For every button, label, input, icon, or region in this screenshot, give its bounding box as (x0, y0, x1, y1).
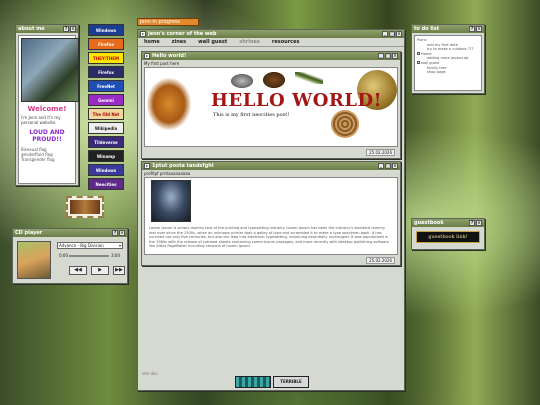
stamp-image (66, 196, 104, 218)
forward-button[interactable]: ▶▶ (113, 266, 125, 275)
guestbook-link[interactable]: guestbook link! (416, 231, 480, 243)
post2-date: 25.02.2026 (366, 257, 395, 264)
profile-picture (21, 38, 79, 102)
maximize-icon[interactable]: □ (389, 31, 395, 37)
button-neocities[interactable]: Neocities (88, 178, 124, 190)
feather-image (295, 72, 323, 84)
post1-titlebar[interactable]: ▸ Hello world! _ □ × (142, 52, 400, 60)
nav-home[interactable]: home (144, 39, 160, 45)
minimize-icon[interactable]: _ (378, 163, 384, 169)
time-start: 0:00 (59, 253, 68, 258)
about-titlebar[interactable]: about me ? × (16, 25, 78, 33)
about-text: I'm Jenn and it's my personal website. (21, 115, 61, 125)
chevron-down-icon: ▾ (118, 243, 121, 248)
bottom-button-1[interactable] (235, 376, 271, 388)
close-icon[interactable]: × (392, 163, 398, 169)
guestbook-title: guestbook (414, 220, 444, 226)
post-hello-world: ▸ Hello world! _ □ × My first post here HE… (141, 51, 401, 159)
button-freenet[interactable]: FreeNet (88, 80, 124, 92)
time-end: 3:00 (111, 253, 120, 258)
minimize-icon[interactable]: _ (382, 31, 388, 37)
close-icon[interactable]: × (119, 230, 125, 236)
tiger-image (147, 78, 191, 130)
post2-title: 1ptut posta tandsfghl (152, 163, 214, 169)
todo-window: to do list ? × Plans add my first date tr… (411, 24, 485, 94)
button-tildeverse[interactable]: Tildeverse (88, 136, 124, 148)
post2-image (151, 180, 191, 222)
checkbox[interactable] (417, 51, 420, 55)
window-icon: ▸ (140, 31, 146, 37)
post1-headline: HELLO WORLD! (211, 90, 383, 111)
close-icon[interactable]: × (392, 53, 398, 59)
guestbook-titlebar[interactable]: guestbook ? × (412, 219, 484, 227)
help-icon[interactable]: ? (63, 26, 69, 32)
flag-transgender: Transgender flag (21, 157, 55, 162)
button-gemini[interactable]: Gemini (88, 94, 124, 106)
button-winamp[interactable]: Winamp (88, 150, 124, 162)
cd-title: CD player (15, 230, 43, 236)
seek-slider[interactable] (69, 255, 109, 257)
close-icon[interactable]: × (476, 220, 482, 226)
taskbar-label: jenn in progress (140, 19, 181, 25)
rock-image (231, 74, 253, 88)
button-they-them[interactable]: THEY/THEM (88, 52, 124, 64)
taskbar-tab[interactable]: jenn in progress (137, 18, 199, 26)
help-icon[interactable]: ? (469, 26, 475, 32)
todo-titlebar[interactable]: to do list ? × (412, 25, 484, 33)
post2-subtitle: profitpf prntaaaaaaaaa (144, 171, 191, 176)
main-titlebar[interactable]: ▸ jenn's corner of the web _ □ × (138, 30, 404, 38)
todo-item[interactable]: shop page (417, 70, 479, 75)
maximize-icon[interactable]: □ (385, 53, 391, 59)
help-icon[interactable]: ? (469, 220, 475, 226)
button-wikipedia[interactable]: Wikipedia (88, 122, 124, 134)
button-old-net[interactable]: The Old Net (88, 108, 124, 120)
track-name: Advance - Big Division (59, 243, 104, 248)
bottom-button-terrible[interactable]: TERRIBLE (273, 376, 309, 388)
track-select[interactable]: Advance - Big Division ▾ (57, 242, 123, 249)
main-footer-text: site doc (142, 371, 158, 376)
welcome-heading: Welcome! (27, 105, 67, 113)
album-art (17, 241, 51, 279)
cd-player-window: CD player ? × Advance - Big Division ▾ 0:… (12, 228, 128, 284)
todo-title: to do list (414, 26, 440, 32)
button-windows-2[interactable]: Windows (88, 164, 124, 176)
nav-wall-guest[interactable]: wall guest (198, 39, 227, 45)
window-icon: ▸ (144, 53, 150, 59)
guestbook-window: guestbook ? × guestbook link! (411, 218, 485, 250)
post1-date: 25.02.2026 (366, 149, 395, 156)
button-windows[interactable]: Windows (88, 24, 124, 36)
loud-proud-graphic: LOUD AND PROUD!! (29, 129, 65, 143)
nav-resources[interactable]: resources (272, 39, 300, 45)
close-icon[interactable]: × (396, 31, 402, 37)
nav-shrines[interactable]: shrines (239, 39, 260, 45)
main-window: ▸ jenn's corner of the web _ □ × home zine… (137, 29, 405, 391)
bear-image (263, 72, 285, 88)
close-icon[interactable]: × (476, 26, 482, 32)
minimize-icon[interactable]: _ (378, 53, 384, 59)
post2-titlebar[interactable]: ▸ 1ptut posta tandsfghl _ □ × (142, 162, 400, 170)
rewind-button[interactable]: ◀◀ (69, 266, 87, 275)
close-icon[interactable]: × (70, 26, 76, 32)
ammonite-image (331, 110, 359, 138)
button-firefox[interactable]: Firefox (88, 38, 124, 50)
maximize-icon[interactable]: □ (385, 163, 391, 169)
nav-zines[interactable]: zines (172, 39, 187, 45)
play-button[interactable]: ▶ (91, 266, 109, 275)
post2-body: Lorem Ipsum is simply dummy text of the … (149, 226, 389, 249)
button-column: Windows Firefox THEY/THEM Firefox FreeNe… (88, 24, 126, 190)
main-title: jenn's corner of the web (148, 31, 217, 37)
nav-bar: home zines wall guest shrines resources (138, 38, 404, 47)
window-icon: ▸ (144, 163, 150, 169)
about-title: about me (18, 26, 45, 32)
about-window: about me ? × Welcome! I'm Jenn and it's m… (15, 24, 79, 186)
button-firefox-2[interactable]: Firefox (88, 66, 124, 78)
cd-titlebar[interactable]: CD player ? × (13, 229, 127, 237)
post-second: ▸ 1ptut posta tandsfghl _ □ × profitpf prn… (141, 161, 401, 266)
checkbox[interactable] (417, 60, 420, 64)
help-icon[interactable]: ? (112, 230, 118, 236)
post1-caption: This is my first neocities post! (213, 112, 290, 118)
post1-title: Hello world! (152, 53, 187, 59)
post1-subtitle: My first post here (144, 61, 180, 66)
